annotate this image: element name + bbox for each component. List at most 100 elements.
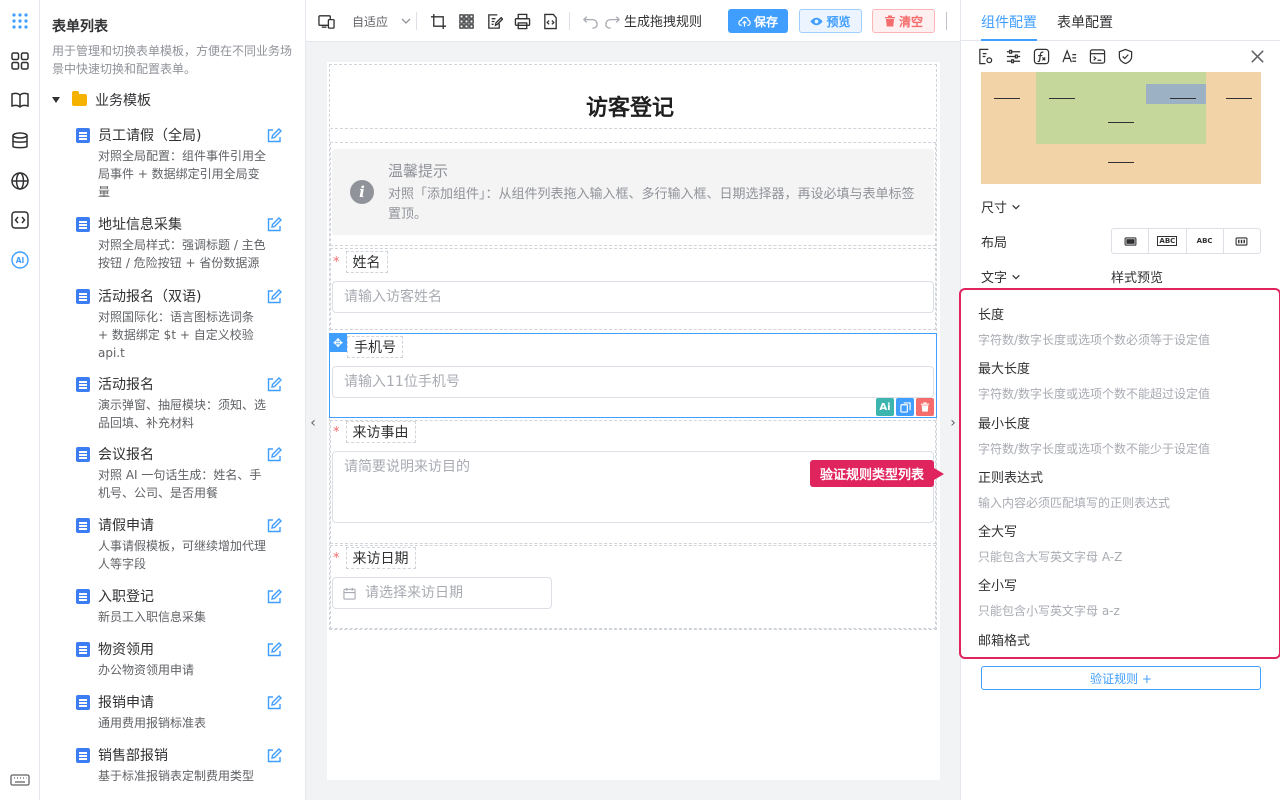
calendar-icon — [343, 587, 356, 600]
name-input[interactable]: 请输入访客姓名 — [332, 281, 934, 313]
collapse-right-icon[interactable]: › — [946, 402, 960, 444]
field-label-text[interactable]: 来访事由 — [345, 421, 416, 443]
add-validation-rule-button[interactable]: 验证规则 + — [981, 666, 1261, 690]
size-label: 尺寸 — [981, 201, 1008, 216]
layout-option-flex[interactable] — [1224, 229, 1260, 253]
rule-option[interactable]: 正则表达式 输入内容必须匹配填写的正则表达式 — [978, 470, 1170, 512]
padding-left-value[interactable] — [1049, 98, 1075, 99]
edit-icon[interactable] — [266, 217, 282, 233]
list-item-desc: 基于标准报销表定制费用类型 — [98, 769, 255, 783]
layout-option-label: ABC — [1196, 237, 1213, 245]
active-tab-indicator — [981, 39, 1037, 41]
size-toggle[interactable]: 尺寸 — [981, 197, 1021, 216]
field-label-text[interactable]: 手机号 — [347, 336, 403, 358]
field-label-text[interactable]: 来访日期 — [345, 547, 416, 569]
edit-icon[interactable] — [266, 289, 282, 305]
rule-option-name: 全大写 — [978, 525, 1018, 540]
tab-form-config[interactable]: 表单配置 — [1057, 12, 1113, 32]
rule-option-name: 正则表达式 — [978, 471, 1044, 486]
function-icon[interactable] — [1032, 47, 1050, 65]
apps-grid-icon[interactable] — [9, 10, 31, 32]
tip-alert[interactable]: i 温馨提示 对照「添加组件」：从组件列表拖入输入框、多行输入框、日期选择器，再… — [332, 149, 934, 235]
rule-option[interactable]: 全小写 只能包含小写英文字母 a-z — [978, 578, 1120, 620]
shield-check-icon[interactable] — [1116, 47, 1134, 65]
form-file-icon — [76, 695, 90, 710]
clear-button[interactable]: 清空 — [872, 9, 935, 33]
form-file-icon — [76, 217, 90, 232]
edit-icon[interactable] — [266, 518, 282, 534]
field-label-text[interactable]: 姓名 — [345, 251, 388, 273]
copy-icon[interactable] — [896, 398, 914, 416]
tab-component-config[interactable]: 组件配置 — [981, 12, 1037, 32]
edit-icon[interactable] — [266, 642, 282, 658]
edit-icon[interactable] — [266, 128, 282, 144]
sliders-icon[interactable] — [1004, 47, 1022, 65]
form-title[interactable]: 访客登记 — [327, 90, 933, 122]
save-button[interactable]: 保存 — [728, 9, 788, 33]
text-toggle[interactable]: 文字 — [981, 267, 1021, 286]
toolbar: 自适应 生成拖拽规则 保存 预览 清空 — [306, 0, 960, 42]
layout-segmented[interactable]: ABC ABC — [1111, 228, 1261, 254]
toolbar-divider — [946, 12, 947, 30]
drag-move-icon[interactable]: ✥ — [329, 334, 347, 352]
globe-icon[interactable] — [9, 170, 31, 192]
close-icon[interactable] — [1248, 47, 1266, 65]
components-icon[interactable] — [9, 50, 31, 72]
device-icon[interactable] — [318, 11, 335, 31]
margin-right-value[interactable] — [1226, 98, 1252, 99]
padding-bottom-value[interactable] — [1108, 122, 1134, 123]
date-picker[interactable]: 请选择来访日期 — [332, 577, 552, 609]
padding-right-value[interactable] — [1170, 98, 1196, 99]
margin-left-value[interactable] — [994, 98, 1020, 99]
caret-down-icon[interactable] — [52, 97, 60, 103]
undo-icon[interactable] — [582, 11, 599, 31]
crop-icon[interactable] — [430, 11, 447, 31]
rule-option-name: 全小写 — [978, 579, 1018, 594]
book-icon[interactable] — [9, 89, 31, 111]
text-style-icon[interactable] — [1060, 47, 1078, 65]
code-icon[interactable] — [9, 209, 31, 231]
validation-rule-dropdown: 长度 字符数/数字长度或选项个数必须等于设定值 最大长度 字符数/数字长度或选项… — [959, 288, 1280, 659]
phone-input[interactable]: 请输入11位手机号 — [332, 366, 934, 398]
print-icon[interactable] — [514, 11, 531, 31]
callout-validation-rule-types: 验证规则类型列表 — [810, 460, 944, 487]
layout-option-label: ABC — [1157, 236, 1178, 246]
event-icon[interactable] — [1088, 47, 1106, 65]
rule-option[interactable]: 长度 字符数/数字长度或选项个数必须等于设定值 — [978, 307, 1210, 349]
database-icon[interactable] — [9, 130, 31, 152]
rule-option[interactable]: 最小长度 字符数/数字长度或选项个数不能少于设定值 — [978, 416, 1210, 458]
keyboard-icon[interactable] — [9, 769, 31, 791]
collapse-left-icon[interactable]: ‹ — [306, 402, 320, 444]
grid-icon[interactable] — [458, 11, 475, 31]
field-label-reason: * 来访事由 — [333, 421, 416, 443]
generate-rules-button[interactable]: 生成拖拽规则 — [624, 11, 702, 30]
chevron-down-icon — [1012, 204, 1020, 210]
margin-bottom-value[interactable] — [1108, 162, 1134, 163]
list-item-name: 活动报名 — [98, 377, 154, 393]
ai-badge-label: Ai — [879, 401, 891, 413]
code-file-icon[interactable] — [542, 11, 559, 31]
toolbar-divider — [569, 12, 570, 30]
delete-icon[interactable] — [916, 398, 934, 416]
form-settings-icon[interactable] — [976, 47, 994, 65]
ai-action-button[interactable]: Ai — [876, 398, 894, 416]
edit-form-icon[interactable] — [486, 11, 503, 31]
edit-icon[interactable] — [266, 377, 282, 393]
preview-button[interactable]: 预览 — [799, 9, 862, 33]
edit-icon[interactable] — [266, 695, 282, 711]
rule-option-desc: 字符数/数字长度或选项个数不能超过设定值 — [978, 387, 1211, 401]
layout-option-inline-box[interactable]: ABC — [1149, 229, 1187, 253]
layout-option-block[interactable] — [1112, 229, 1150, 253]
rule-option-desc: 只能包含小写英文字母 a-z — [978, 604, 1120, 618]
layout-option-inline[interactable]: ABC — [1187, 229, 1224, 253]
edit-icon[interactable] — [266, 447, 282, 463]
rule-option[interactable]: 邮箱格式 — [978, 633, 1030, 651]
redo-icon[interactable] — [604, 11, 621, 31]
adapt-select[interactable]: 自适应 — [352, 11, 412, 31]
edit-icon[interactable] — [266, 589, 282, 605]
edit-icon[interactable] — [266, 748, 282, 764]
ai-icon[interactable]: AI — [9, 249, 31, 271]
rule-option[interactable]: 最大长度 字符数/数字长度或选项个数不能超过设定值 — [978, 361, 1210, 403]
rule-option[interactable]: 全大写 只能包含大写英文字母 A-Z — [978, 524, 1122, 566]
template-group[interactable]: 业务模板 — [52, 90, 151, 110]
